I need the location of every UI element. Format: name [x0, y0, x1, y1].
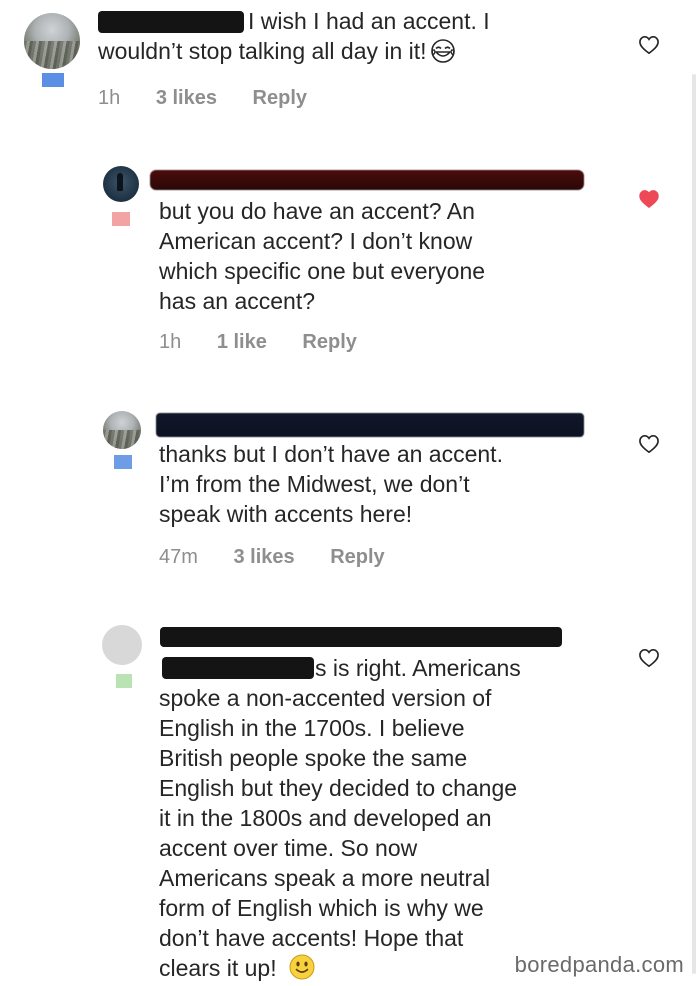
comment-time: 1h	[159, 331, 182, 353]
comment-text: I wish I had an accent. I wouldn’t stop …	[98, 6, 490, 66]
reply-button[interactable]: Reply	[330, 546, 384, 568]
like-heart-filled-icon[interactable]	[638, 189, 660, 209]
comment-line: which specific one but everyone	[159, 258, 486, 284]
redacted-username	[160, 627, 562, 647]
badge-shape	[112, 212, 130, 226]
badge-shape	[42, 73, 64, 87]
comment-line: speak with accents here!	[159, 501, 413, 527]
badge-shape	[114, 455, 132, 469]
comment-time: 47m	[159, 546, 198, 568]
comment-text: but you do have an accent? An American a…	[159, 196, 485, 316]
comment-text: thanks but I don’t have an accent. I’m f…	[159, 439, 503, 529]
comment-line: don’t have accents! Hope that	[159, 925, 464, 951]
comment-line: I’m from the Midwest, we don’t	[159, 471, 470, 497]
badge-shape	[116, 674, 132, 688]
comment-line: British people spoke the same	[159, 745, 468, 771]
likes-count[interactable]: 1 like	[217, 331, 267, 353]
scrollbar[interactable]	[692, 74, 696, 974]
avatar[interactable]	[24, 13, 80, 69]
comment-line: spoke a non-accented version of	[159, 685, 492, 711]
comment-line: Americans speak a more neutral	[159, 865, 491, 891]
account-badge-icon	[114, 455, 132, 469]
comment-line: wouldn’t stop talking all day in it!	[98, 36, 490, 66]
comment-line: English in the 1700s. I believe	[159, 715, 465, 741]
comment-meta: 1h 3 likes Reply	[98, 87, 337, 110]
avatar[interactable]	[102, 625, 142, 665]
likes-count[interactable]: 3 likes	[156, 87, 217, 109]
avatar[interactable]	[103, 166, 139, 202]
comment-line: form of English which is why we	[159, 895, 484, 921]
comment-meta: 1h 1 like Reply	[159, 331, 387, 354]
account-badge-icon	[116, 674, 132, 688]
account-badge-icon	[112, 212, 130, 226]
watermark: boredpanda.com	[514, 952, 684, 977]
comment-line: clears it up!	[159, 953, 521, 983]
smiling-face-icon	[289, 954, 315, 980]
account-badge-icon	[42, 73, 64, 87]
comment-line: s is right. Americans	[315, 655, 521, 681]
like-heart-icon[interactable]	[638, 35, 660, 55]
comment-line: accent over time. So now	[159, 835, 418, 861]
avatar-figure	[117, 173, 123, 191]
comment-text: s is right. Americans spoke a non-accent…	[159, 653, 521, 983]
comment-line: but you do have an accent? An	[159, 198, 475, 224]
laughing-with-tears-icon	[430, 39, 455, 63]
comment-line: I wish I had an accent. I	[248, 8, 490, 34]
like-heart-icon[interactable]	[638, 434, 660, 454]
comment-line: it in the 1800s and developed an	[159, 805, 492, 831]
like-heart-icon[interactable]	[638, 648, 660, 668]
comment-line: English but they decided to change	[159, 775, 518, 801]
comment-time: 1h	[98, 87, 121, 109]
comment-line-text: wouldn’t stop talking all day in it!	[98, 38, 427, 64]
comment-line-text: clears it up!	[159, 955, 277, 981]
avatar[interactable]	[103, 411, 141, 449]
reply-button[interactable]: Reply	[253, 87, 307, 109]
comment-line: thanks but I don’t have an accent.	[159, 441, 503, 467]
redacted-username	[156, 413, 584, 437]
redacted-username	[150, 170, 584, 190]
likes-count[interactable]: 3 likes	[233, 546, 294, 568]
comment-line: has an accent?	[159, 288, 316, 314]
reply-button[interactable]: Reply	[302, 331, 356, 353]
comment-meta: 47m 3 likes Reply	[159, 546, 415, 569]
comment-line: American accent? I don’t know	[159, 228, 473, 254]
